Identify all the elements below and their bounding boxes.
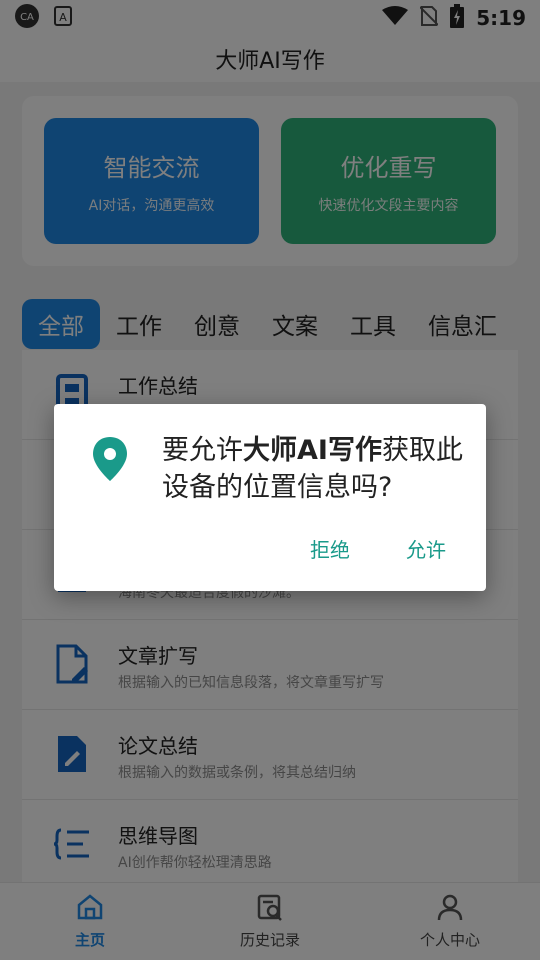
allow-button[interactable]: 允许 [406, 534, 446, 563]
location-permission-dialog: 要允许大师AI写作获取此设备的位置信息吗? 拒绝 允许 [54, 404, 486, 591]
deny-button[interactable]: 拒绝 [310, 534, 350, 563]
dialog-actions: 拒绝 允许 [310, 534, 446, 563]
dialog-message: 要允许大师AI写作获取此设备的位置信息吗? [162, 432, 472, 506]
dialog-app-name: 大师AI写作 [243, 435, 382, 466]
location-pin-icon [92, 436, 128, 486]
dialog-message-prefix: 要允许 [162, 435, 243, 466]
